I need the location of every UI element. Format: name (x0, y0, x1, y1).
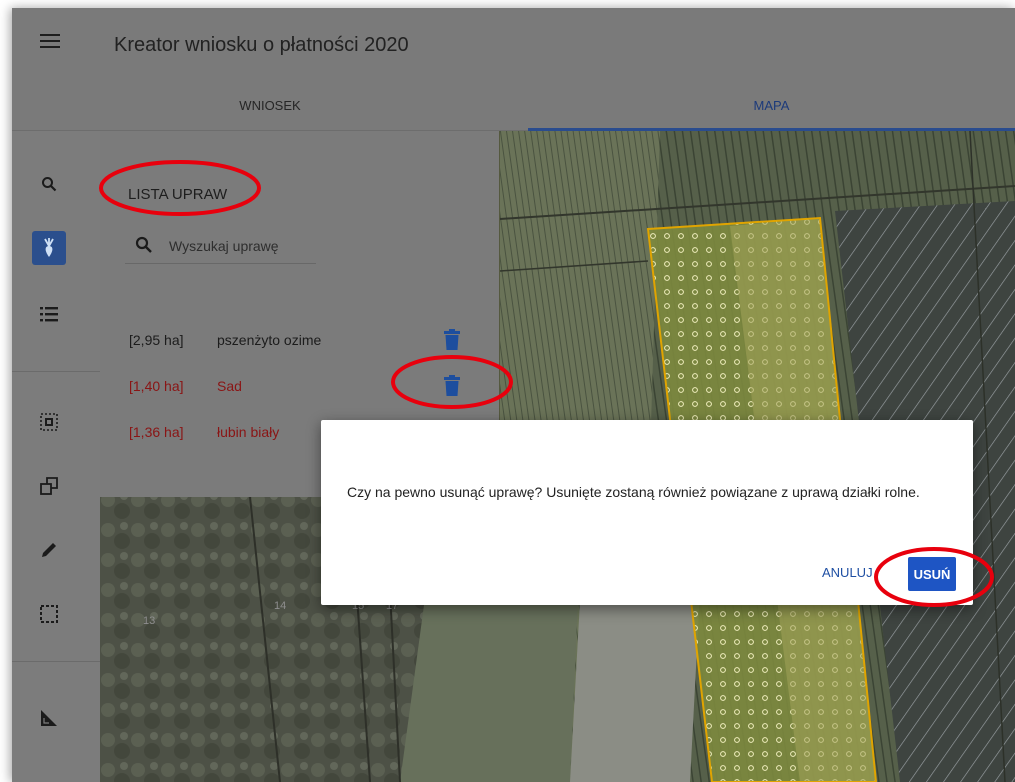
crop-search (125, 232, 316, 264)
select-parcels-icon[interactable] (32, 405, 66, 439)
crop-name: łubin biały (217, 424, 280, 440)
crop-name: pszenżyto ozime (217, 332, 322, 348)
copy-icon[interactable] (32, 469, 66, 503)
search-icon[interactable] (32, 167, 66, 201)
app-title: Kreator wniosku o płatności 2020 (114, 34, 409, 56)
select-area-icon[interactable] (32, 597, 66, 631)
panel-title: LISTA UPRAW (128, 186, 228, 203)
crop-beet-icon[interactable] (32, 231, 66, 265)
pencil-icon[interactable] (32, 533, 66, 567)
tab-bar: WNIOSEK MAPA (12, 86, 1015, 131)
app-header: Kreator wniosku o płatności 2020 (12, 8, 1015, 86)
search-input[interactable] (169, 234, 314, 258)
dialog-message: Czy na pewno usunąć uprawę? Usunięte zos… (347, 484, 920, 500)
search-icon (135, 236, 153, 259)
tab-wniosek[interactable]: WNIOSEK (12, 86, 528, 131)
rail-divider (12, 371, 100, 372)
crop-area: [1,36 ha] (129, 424, 184, 440)
rail-divider (12, 661, 100, 662)
trash-icon[interactable] (443, 329, 461, 351)
confirm-delete-button[interactable]: USUŃ (908, 557, 956, 591)
measure-angle-icon[interactable] (32, 701, 66, 735)
confirm-delete-dialog: Czy na pewno usunąć uprawę? Usunięte zos… (321, 420, 973, 605)
app-window: 13 14 15 17 Kreator wniosku o płatności … (12, 8, 1015, 782)
crop-area: [1,40 ha] (129, 378, 184, 394)
tab-mapa[interactable]: MAPA (528, 86, 1015, 131)
crop-name: Sad (217, 378, 242, 394)
tool-rail (12, 131, 100, 782)
trash-icon[interactable] (443, 375, 461, 397)
hamburger-menu-icon[interactable] (38, 30, 62, 54)
list-icon[interactable] (32, 297, 66, 331)
crop-area: [2,95 ha] (129, 332, 184, 348)
parcel-number: 14 (274, 600, 287, 612)
parcel-number: 13 (143, 615, 156, 627)
cancel-button[interactable]: ANULUJ (822, 565, 873, 580)
